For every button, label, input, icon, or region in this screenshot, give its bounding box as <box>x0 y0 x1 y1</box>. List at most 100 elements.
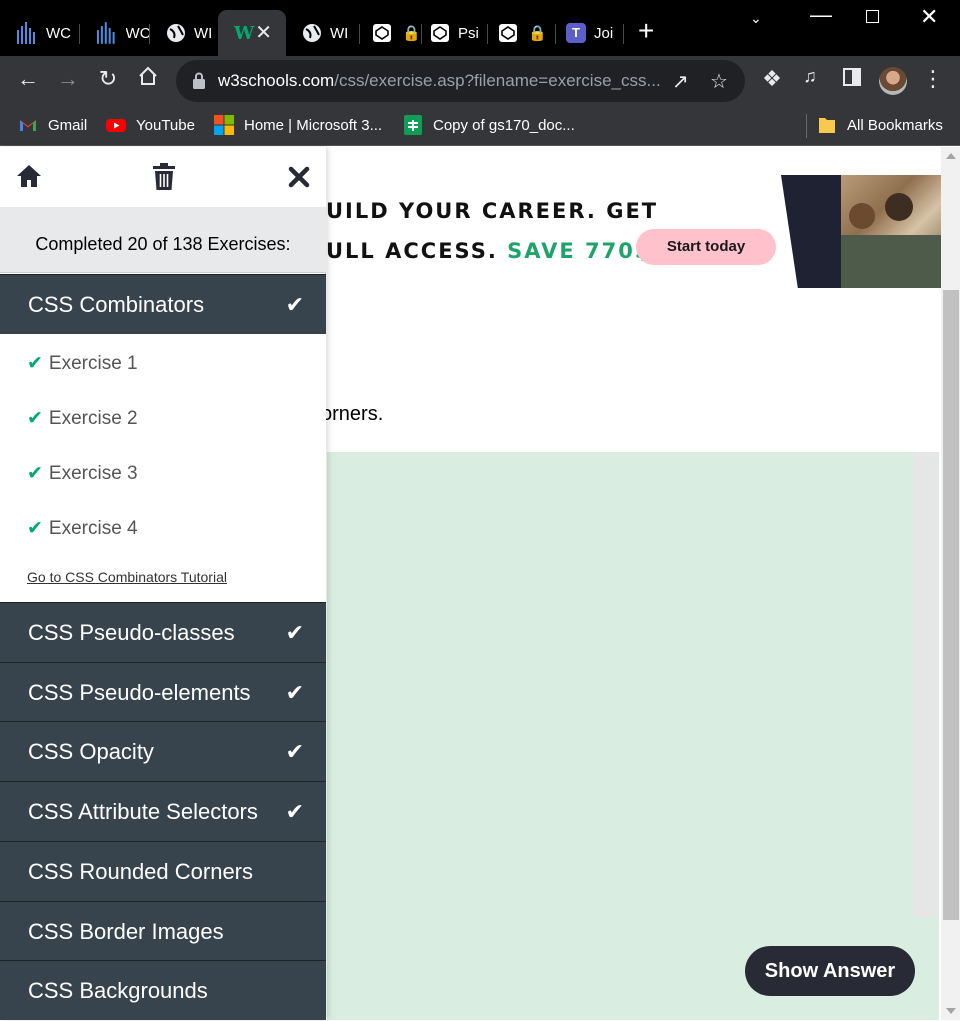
category-label: CSS Combinators <box>28 292 205 317</box>
browser-tab[interactable]: WI <box>150 10 218 56</box>
check-icon: ✔ <box>27 518 43 539</box>
ad-banner[interactable]: UILD YOUR CAREER. GET ULL ACCESS. SAVE 7… <box>301 175 941 288</box>
code-editor-scrollbar[interactable] <box>913 452 938 917</box>
forward-button[interactable]: → <box>53 66 83 92</box>
tab-label: Psi <box>458 24 479 42</box>
exercise-item[interactable]: ✔ Exercise 1 <box>27 352 138 375</box>
tutorial-link[interactable]: Go to CSS Combinators Tutorial <box>27 569 227 585</box>
category-label: CSS Backgrounds <box>28 978 208 1003</box>
tab-search-icon[interactable]: ⌄ <box>750 10 762 27</box>
browser-tab[interactable]: WI <box>286 10 360 56</box>
tab-label: WI <box>330 24 349 42</box>
side-panel-icon[interactable] <box>837 66 867 92</box>
exercise-label: Exercise 3 <box>48 463 138 484</box>
sheets-icon <box>404 115 422 135</box>
category-label: CSS Pseudo-elements <box>28 680 251 705</box>
check-icon: ✔ <box>27 353 43 374</box>
lock-icon: 🔒 <box>402 25 421 42</box>
reload-button[interactable]: ↻ <box>93 66 123 92</box>
bars-icon <box>96 22 115 44</box>
address-bar[interactable]: w3schools.com/css/exercise.asp?filename=… <box>176 60 745 102</box>
category-css-combinators[interactable]: CSS Combinators ✔ <box>0 274 326 334</box>
browser-tab[interactable]: Psi <box>422 10 488 56</box>
category-css-pseudo-classes[interactable]: CSS Pseudo-classes ✔ <box>0 602 326 662</box>
codepen-icon <box>499 24 517 42</box>
share-icon[interactable]: ↗ <box>672 69 689 94</box>
exercise-label: Exercise 4 <box>48 518 138 539</box>
extensions-icon[interactable]: ❖ <box>757 66 787 92</box>
close-icon[interactable] <box>288 166 310 188</box>
ad-headline-2-prefix: ULL ACCESS. <box>326 239 508 263</box>
category-css-border-images[interactable]: CSS Border Images <box>0 901 326 961</box>
home-icon[interactable] <box>16 163 42 189</box>
category-css-backgrounds[interactable]: CSS Backgrounds <box>0 960 326 1020</box>
maximize-button[interactable] <box>866 10 879 23</box>
category-label: CSS Border Images <box>28 919 224 944</box>
home-icon <box>139 66 157 85</box>
show-answer-button[interactable]: Show Answer <box>745 946 915 996</box>
url-path: /css/exercise.asp?filename=exercise_css.… <box>334 71 661 90</box>
exercise-item[interactable]: ✔ Exercise 3 <box>27 462 138 485</box>
minimize-button[interactable]: — <box>810 2 832 28</box>
check-icon: ✔ <box>27 408 43 429</box>
browser-tab[interactable]: WC <box>0 10 80 56</box>
ad-start-today-button[interactable]: Start today <box>636 229 776 265</box>
browser-tab[interactable]: T Joi <box>556 10 624 56</box>
scrollbar-thumb[interactable] <box>943 290 959 920</box>
ad-headline-1: UILD YOUR CAREER. GET <box>326 199 659 223</box>
trash-icon[interactable] <box>152 163 176 191</box>
category-css-attribute-selectors[interactable]: CSS Attribute Selectors ✔ <box>0 781 326 841</box>
exercise-item[interactable]: ✔ Exercise 4 <box>27 517 138 540</box>
browser-tab-active[interactable]: W ✕ <box>218 10 286 56</box>
url-host: w3schools.com <box>218 71 335 90</box>
check-icon: ✔ <box>285 620 304 645</box>
globe-icon <box>303 24 321 42</box>
media-control-icon[interactable]: ♫ <box>795 66 825 87</box>
bookmark-microsoft[interactable]: Home | Microsoft 3... <box>214 115 382 135</box>
bars-icon <box>17 22 35 44</box>
browser-toolbar: ← → ↻ w3schools.com/css/exercise.asp?fil… <box>0 56 960 106</box>
category-label: CSS Attribute Selectors <box>28 799 258 824</box>
close-tab-icon[interactable]: ✕ <box>255 20 272 45</box>
category-css-rounded-corners[interactable]: CSS Rounded Corners <box>0 841 326 901</box>
url-text: w3schools.com/css/exercise.asp?filename=… <box>218 71 661 91</box>
tab-label: WC <box>46 24 71 42</box>
bookmark-star-icon[interactable]: ☆ <box>710 69 728 94</box>
check-icon: ✔ <box>285 680 304 705</box>
browser-tab[interactable]: WC <box>80 10 150 56</box>
sidebar-header <box>0 147 326 207</box>
exercise-list: ✔ Exercise 1 ✔ Exercise 2 ✔ Exercise 3 ✔ Exe… <box>0 334 326 602</box>
category-css-opacity[interactable]: CSS Opacity ✔ <box>0 721 326 781</box>
tab-label: WC <box>125 24 150 42</box>
browser-tab[interactable]: 🔒 <box>488 10 556 56</box>
bookmark-gmail[interactable]: Gmail <box>18 115 87 135</box>
youtube-icon <box>106 119 126 132</box>
new-tab-button[interactable]: + <box>638 16 654 46</box>
browser-tab[interactable]: 🔒 <box>360 10 422 56</box>
check-icon: ✔ <box>285 799 304 824</box>
home-button[interactable] <box>133 66 163 92</box>
check-icon: ✔ <box>285 739 304 764</box>
exercise-item[interactable]: ✔ Exercise 2 <box>27 407 138 430</box>
close-window-button[interactable]: ✕ <box>920 4 938 30</box>
all-bookmarks-button[interactable]: All Bookmarks <box>817 115 943 135</box>
exercise-label: Exercise 1 <box>48 353 138 374</box>
back-button[interactable]: ← <box>13 66 43 92</box>
w3schools-icon: W <box>234 22 255 44</box>
bookmark-sheets[interactable]: Copy of gs170_doc... <box>403 115 575 135</box>
bookmark-label: Home | Microsoft 3... <box>244 116 383 134</box>
code-editor[interactable] <box>327 452 939 1020</box>
lock-icon: 🔒 <box>528 25 547 42</box>
folder-icon <box>819 118 835 133</box>
ad-headline-2: ULL ACCESS. SAVE 770$ <box>326 239 651 263</box>
exercise-sidebar: Completed 20 of 138 Exercises: CSS Combi… <box>0 147 326 1020</box>
ad-decoration <box>781 175 841 288</box>
bookmarks-bar: Gmail YouTube Home | Microsoft 3... Copy… <box>0 106 960 146</box>
bookmark-youtube[interactable]: YouTube <box>106 115 195 135</box>
globe-icon <box>167 24 185 42</box>
menu-icon[interactable]: ⋮ <box>918 66 948 92</box>
page-scrollbar[interactable] <box>941 147 960 1020</box>
profile-avatar[interactable] <box>879 67 907 95</box>
tab-strip: WC WC WI W ✕ WI 🔒 Psi 🔒 T Joi + ⌄ — ✕ <box>0 0 960 58</box>
category-css-pseudo-elements[interactable]: CSS Pseudo-elements ✔ <box>0 662 326 722</box>
